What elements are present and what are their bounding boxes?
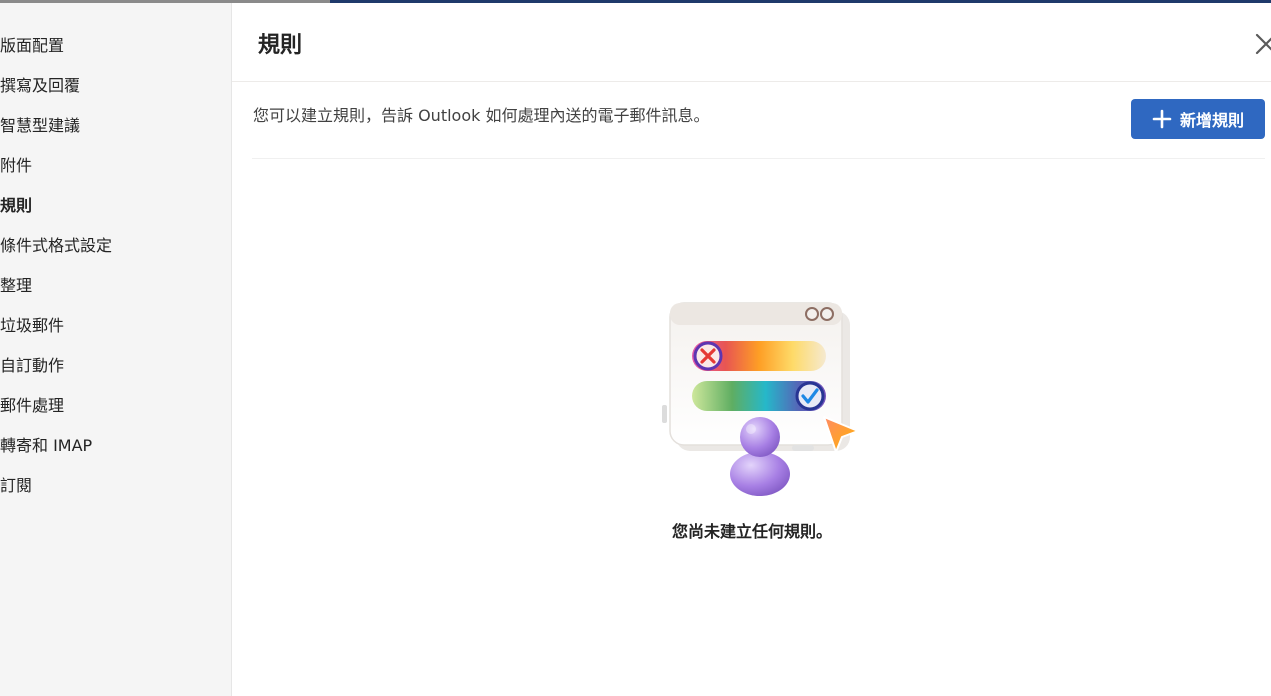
- add-rule-button[interactable]: 新增規則: [1131, 99, 1265, 139]
- rules-description: 您可以建立規則，告訴 Outlook 如何處理內送的電子郵件訊息。: [253, 106, 710, 125]
- empty-rules-illustration: [662, 302, 859, 496]
- empty-state-text: 您尚未建立任何規則。: [672, 522, 833, 541]
- sidebar-item-smart-suggestions[interactable]: 智慧型建議: [0, 113, 80, 139]
- sidebar-item-rules[interactable]: 規則: [0, 193, 32, 219]
- page-title: 規則: [258, 33, 303, 58]
- settings-sidebar: 版面配置 撰寫及回覆 智慧型建議 附件 規則 條件式格式設定 整理 垃圾郵件 自…: [0, 3, 232, 696]
- sidebar-item-attachments[interactable]: 附件: [0, 153, 32, 179]
- add-rule-label: 新增規則: [1179, 111, 1244, 130]
- content-divider: [252, 158, 1265, 159]
- sidebar-item-custom-actions[interactable]: 自訂動作: [0, 353, 64, 379]
- plus-icon: [1152, 109, 1172, 129]
- sidebar-item-message-handling[interactable]: 郵件處理: [0, 393, 64, 419]
- header-divider: [232, 81, 1271, 82]
- sidebar-item-conditional-formatting[interactable]: 條件式格式設定: [0, 233, 112, 259]
- sidebar-item-compose-reply[interactable]: 撰寫及回覆: [0, 73, 80, 99]
- rules-panel: 規則 您可以建立規則，告訴 Outlook 如何處理內送的電子郵件訊息。 新增規…: [232, 3, 1271, 696]
- sidebar-item-forwarding-imap[interactable]: 轉寄和 IMAP: [0, 433, 92, 459]
- close-button[interactable]: [1250, 23, 1271, 63]
- sidebar-item-layout[interactable]: 版面配置: [0, 33, 64, 59]
- close-icon: [1255, 33, 1271, 55]
- sidebar-item-junk-email[interactable]: 垃圾郵件: [0, 313, 64, 339]
- sidebar-item-subscriptions[interactable]: 訂閱: [0, 473, 32, 499]
- sidebar-item-sweep[interactable]: 整理: [0, 273, 32, 299]
